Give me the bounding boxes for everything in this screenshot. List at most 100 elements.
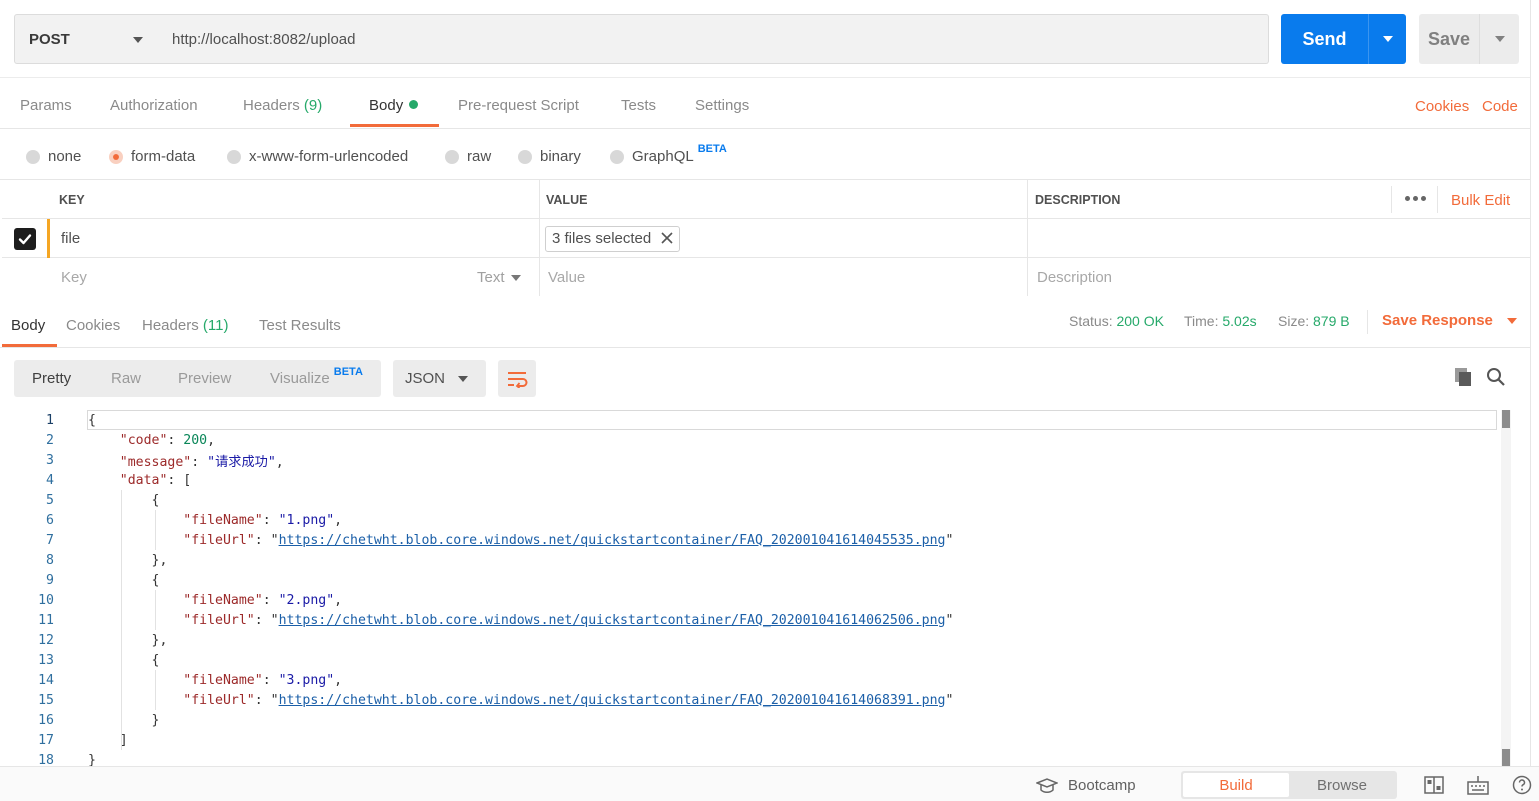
code-text: }, [88,552,168,568]
code-line: 17 ] [0,730,1500,750]
two-pane-icon[interactable] [1424,775,1444,799]
key-input[interactable]: Key Text [2,258,540,297]
bootcamp-button[interactable]: Bootcamp [1036,777,1136,794]
tab-prerequest-script[interactable]: Pre-request Script [458,97,579,114]
line-number: 13 [38,652,54,668]
key-type-select[interactable]: Text [477,269,521,286]
response-tab-cookies[interactable]: Cookies [66,317,120,334]
code-line: 2 "code": 200, [0,430,1500,450]
size-label: Size: [1278,313,1310,329]
right-edge-panel [1530,0,1539,766]
radio-circle [610,149,624,164]
caret-down-icon [1382,36,1393,42]
search-icon[interactable] [1486,367,1506,391]
tab-headers-count: (9) [303,97,323,114]
help-icon[interactable] [1512,775,1532,799]
radio-circle [26,149,40,164]
response-headers-count: (11) [202,317,229,334]
caret-down-icon [458,376,468,382]
code-text: "message": "请求成功", [119,454,284,470]
radio-form-data[interactable]: form-data [109,148,195,165]
build-tab[interactable]: Build [1183,773,1289,797]
line-number: 14 [38,672,54,688]
divider [1437,186,1438,213]
checkbox-checked-icon[interactable] [13,227,36,250]
line-number: 5 [46,492,54,508]
code-text: "data": [ [119,472,192,488]
response-view-mode: Pretty Raw Preview Visualize BETA [14,360,381,397]
more-icon[interactable] [1405,196,1426,201]
view-pretty[interactable]: Pretty [32,370,71,387]
value-cell[interactable]: 3 files selected [540,219,1028,258]
column-header-value: VALUE [540,180,1028,219]
radio-binary[interactable]: binary [518,148,581,165]
files-selected-chip[interactable]: 3 files selected [545,225,681,252]
close-icon[interactable] [661,228,673,249]
tab-body-label: Body [369,97,404,114]
caret-down-icon [1506,317,1517,324]
radio-form-data-label: form-data [131,148,196,165]
key-cell[interactable]: file [50,219,540,258]
url-input[interactable]: http://localhost:8082/upload [159,14,1269,64]
key-placeholder: Key [61,269,87,286]
radio-circle [518,149,532,164]
code-text: "fileUrl": "https://chetwht.blob.core.wi… [183,692,954,708]
response-tab-headers[interactable]: Headers (11) [142,317,228,334]
description-cell[interactable] [1028,219,1530,258]
caret-down-icon [1494,36,1505,42]
tab-body[interactable]: Body [369,97,419,114]
radio-binary-label: binary [540,148,581,165]
response-tab-body[interactable]: Body [11,317,45,334]
radio-x-www-form-urlencoded[interactable]: x-www-form-urlencoded [227,148,408,165]
radio-none[interactable]: none [26,148,81,165]
code-line: 11 "fileUrl": "https://chetwht.blob.core… [0,610,1500,630]
radio-raw[interactable]: raw [445,148,491,165]
tab-authorization[interactable]: Authorization [110,97,198,114]
value-input[interactable]: Value [540,258,1028,297]
status-label: Status: [1069,313,1113,329]
code-link[interactable]: Code [1482,98,1518,115]
code-line: 8 }, [0,550,1500,570]
tab-settings[interactable]: Settings [695,97,749,114]
copy-icon[interactable] [1453,367,1473,391]
send-options-button[interactable] [1368,14,1406,64]
line-number: 2 [46,432,54,448]
cookies-link[interactable]: Cookies [1415,98,1469,115]
code-text: { [88,652,160,668]
bootcamp-icon [1036,777,1058,793]
save-response-button[interactable]: Save Response [1382,312,1517,329]
description-input[interactable]: Description [1028,258,1530,297]
send-label: Send [1302,28,1347,49]
tab-headers[interactable]: Headers (9) [243,97,322,114]
divider [1391,186,1392,213]
table-header-row: KEY VALUE DESCRIPTION Bulk Edit [2,180,1530,219]
method-select[interactable]: POST [14,14,160,64]
bulk-edit-link[interactable]: Bulk Edit [1451,192,1510,209]
line-number: 18 [38,752,54,767]
browse-tab[interactable]: Browse [1289,773,1395,797]
editor-scrollbar[interactable] [1501,410,1511,766]
wrap-lines-button[interactable] [498,360,536,397]
scrollbar-thumb[interactable] [1502,749,1510,766]
line-number: 7 [46,532,54,548]
response-body-editor[interactable]: 1{2 "code": 200, 3 "message": "请求成功", 4 "d… [0,410,1520,766]
radio-graphql[interactable]: GraphQL BETA [610,143,727,165]
send-button[interactable]: Send [1281,14,1406,64]
status-indicator: Status: 200 OK [1069,313,1164,329]
view-preview[interactable]: Preview [178,370,231,387]
bootcamp-label: Bootcamp [1068,777,1136,794]
view-visualize[interactable]: Visualize BETA [270,366,363,387]
code-text: { [88,572,160,588]
format-select[interactable]: JSON [393,360,486,397]
view-raw[interactable]: Raw [111,370,141,387]
save-options-button[interactable] [1479,14,1519,64]
code-line: 15 "fileUrl": "https://chetwht.blob.core… [0,690,1500,710]
save-button[interactable]: Save [1419,14,1519,64]
format-label: JSON [405,370,446,387]
scrollbar-thumb[interactable] [1502,410,1510,428]
response-tab-test-results[interactable]: Test Results [259,317,341,334]
tab-tests[interactable]: Tests [621,97,656,114]
tab-headers-label: Headers [243,97,300,114]
tab-params[interactable]: Params [20,97,72,114]
keyboard-icon[interactable] [1467,775,1489,799]
